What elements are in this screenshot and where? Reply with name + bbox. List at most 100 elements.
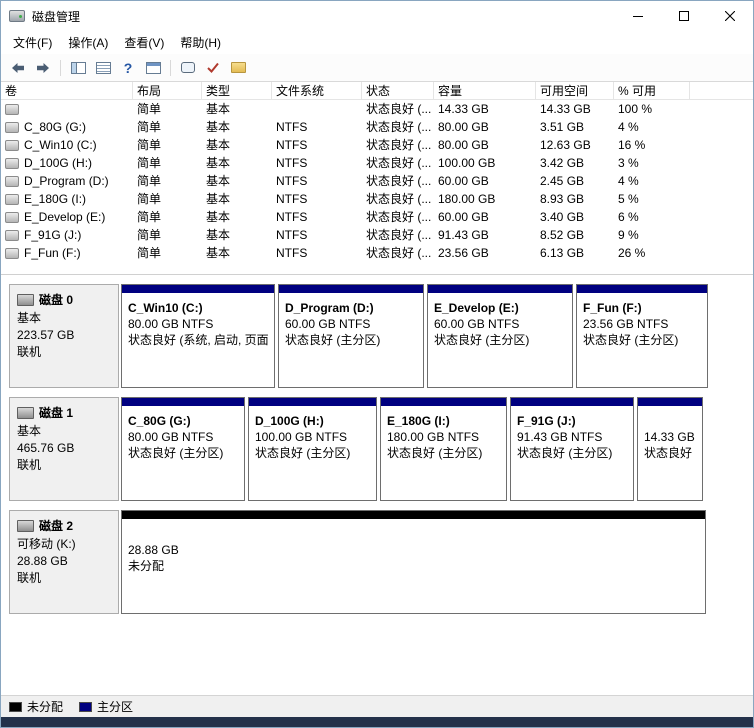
column-header-free-space[interactable]: 可用空间 [536, 82, 614, 99]
volume-row[interactable]: E_180G (I:) 简单 基本 NTFS 状态良好 (... 180.00 … [1, 190, 753, 208]
volume-row[interactable]: 简单 基本 状态良好 (... 14.33 GB 14.33 GB 100 % [1, 100, 753, 118]
volume-row[interactable]: C_Win10 (C:) 简单 基本 NTFS 状态良好 (... 80.00 … [1, 136, 753, 154]
show-console-tree-button[interactable] [67, 57, 89, 79]
partition-status: 状态良好 (主分区) [583, 333, 679, 347]
layout-cell: 简单 [137, 120, 162, 134]
layout-cell: 简单 [137, 228, 162, 242]
partition-title: E_180G (I:) [387, 414, 450, 428]
export-list-button[interactable] [92, 57, 114, 79]
partition-recovery[interactable]: 14.33 GB 状态良好 (恢复分... [637, 397, 703, 501]
filesystem-cell: NTFS [276, 246, 308, 260]
menu-action[interactable]: 操作(A) [60, 31, 116, 54]
disk-size: 465.76 GB [17, 441, 75, 455]
disk-header[interactable]: 磁盘 0 基本 223.57 GB 联机 [9, 284, 119, 388]
close-button[interactable] [707, 1, 753, 31]
volume-row[interactable]: D_100G (H:) 简单 基本 NTFS 状态良好 (... 100.00 … [1, 154, 753, 172]
partition-size: 23.56 GB NTFS [583, 317, 669, 331]
maximize-button[interactable] [661, 1, 707, 31]
help-button[interactable]: ? [117, 57, 139, 79]
free-space-cell: 8.93 GB [540, 192, 585, 206]
folder-icon [230, 62, 246, 73]
type-cell: 基本 [206, 174, 231, 188]
type-cell: 基本 [206, 192, 231, 206]
column-header-percent-free[interactable]: % 可用 [614, 82, 690, 99]
disk-name: 磁盘 0 [39, 293, 74, 307]
partition[interactable]: F_Fun (F:) 23.56 GB NTFS 状态良好 (主分区) [576, 284, 708, 388]
menu-view[interactable]: 查看(V) [116, 31, 172, 54]
check-button[interactable] [202, 57, 224, 79]
partition-size: 80.00 GB NTFS [128, 430, 214, 444]
percent-free-cell: 26 % [618, 246, 646, 260]
partition[interactable]: F_91G (J:) 91.43 GB NTFS 状态良好 (主分区) [510, 397, 634, 501]
volume-name-cell: F_Fun (F:) [1, 244, 133, 262]
disk-header[interactable]: 磁盘 1 基本 465.76 GB 联机 [9, 397, 119, 501]
partition-color-bar [577, 285, 707, 293]
taskbar-strip[interactable] [1, 717, 753, 727]
type-cell: 基本 [206, 228, 231, 242]
volume-row[interactable]: E_Develop (E:) 简单 基本 NTFS 状态良好 (... 60.0… [1, 208, 753, 226]
partition-status: 状态良好 (系统, 启动, 页面 [128, 333, 268, 347]
minimize-icon [633, 16, 643, 17]
partition[interactable]: D_Program (D:) 60.00 GB NTFS 状态良好 (主分区) [278, 284, 424, 388]
action-pane-button[interactable] [177, 57, 199, 79]
disk-management-window: 磁盘管理 文件(F) 操作(A) 查看(V) 帮助(H) ? 卷 布局 类型 文… [0, 0, 754, 728]
partition[interactable]: D_100G (H:) 100.00 GB NTFS 状态良好 (主分区) [248, 397, 377, 501]
partition[interactable]: C_80G (G:) 80.00 GB NTFS 状态良好 (主分区) [121, 397, 245, 501]
menu-file[interactable]: 文件(F) [5, 31, 60, 54]
capacity-cell: 80.00 GB [438, 138, 489, 152]
export-list-icon [95, 61, 111, 74]
volume-row[interactable]: F_91G (J:) 简单 基本 NTFS 状态良好 (... 91.43 GB… [1, 226, 753, 244]
capacity-cell: 23.56 GB [438, 246, 489, 260]
folder-button[interactable] [227, 57, 249, 79]
disk-size: 28.88 GB [17, 554, 68, 568]
partition[interactable]: E_Develop (E:) 60.00 GB NTFS 状态良好 (主分区) [427, 284, 573, 388]
partition-size: 28.88 GB [128, 543, 179, 557]
column-header-layout[interactable]: 布局 [133, 82, 202, 99]
type-cell: 基本 [206, 102, 231, 116]
column-header-filesystem[interactable]: 文件系统 [272, 82, 362, 99]
volume-label: C_80G (G:) [24, 120, 87, 134]
volume-row[interactable]: F_Fun (F:) 简单 基本 NTFS 状态良好 (... 23.56 GB… [1, 244, 753, 262]
partition-title [128, 526, 699, 542]
partition-title: F_Fun (F:) [583, 301, 642, 315]
column-header-capacity[interactable]: 容量 [434, 82, 536, 99]
column-header-type[interactable]: 类型 [202, 82, 272, 99]
console-tree-icon [70, 61, 86, 74]
capacity-cell: 80.00 GB [438, 120, 489, 134]
partition-status: 状态良好 (主分区) [255, 446, 351, 460]
status-cell: 状态良好 (... [366, 102, 432, 116]
column-header-volume[interactable]: 卷 [1, 82, 133, 99]
partition-status: 状态良好 (恢复分... [644, 446, 696, 460]
disk-kind: 基本 [17, 311, 42, 325]
properties-button[interactable] [142, 57, 164, 79]
unallocated-region[interactable]: 28.88 GB 未分配 [121, 510, 706, 614]
column-header-filler [690, 82, 753, 99]
volume-label: C_Win10 (C:) [24, 138, 97, 152]
volume-row[interactable]: D_Program (D:) 简单 基本 NTFS 状态良好 (... 60.0… [1, 172, 753, 190]
window-controls [615, 1, 753, 31]
volume-row[interactable]: C_80G (G:) 简单 基本 NTFS 状态良好 (... 80.00 GB… [1, 118, 753, 136]
partition-color-bar [249, 398, 376, 406]
legend-label: 主分区 [97, 700, 134, 714]
table-header: 卷 布局 类型 文件系统 状态 容量 可用空间 % 可用 [1, 82, 753, 100]
partition[interactable]: C_Win10 (C:) 80.00 GB NTFS 状态良好 (系统, 启动,… [121, 284, 275, 388]
layout-cell: 简单 [137, 156, 162, 170]
partition-title: C_80G (G:) [128, 414, 191, 428]
column-header-status[interactable]: 状态 [362, 82, 434, 99]
volume-icon [5, 157, 19, 169]
percent-free-cell: 3 % [618, 156, 639, 170]
back-button[interactable] [7, 57, 29, 79]
partition-color-bar [122, 398, 244, 406]
disk-header[interactable]: 磁盘 2 可移动 (K:) 28.88 GB 联机 [9, 510, 119, 614]
partition[interactable]: E_180G (I:) 180.00 GB NTFS 状态良好 (主分区) [380, 397, 507, 501]
disk-kind: 可移动 (K:) [17, 537, 76, 551]
free-space-cell: 2.45 GB [540, 174, 585, 188]
menu-help[interactable]: 帮助(H) [172, 31, 229, 54]
volume-label: E_Develop (E:) [24, 210, 106, 224]
partition-title: D_Program (D:) [285, 301, 374, 315]
partition-size: 14.33 GB [644, 430, 695, 444]
forward-button[interactable] [32, 57, 54, 79]
disk-name: 磁盘 2 [39, 519, 74, 533]
minimize-button[interactable] [615, 1, 661, 31]
partition-status: 状态良好 (主分区) [517, 446, 613, 460]
